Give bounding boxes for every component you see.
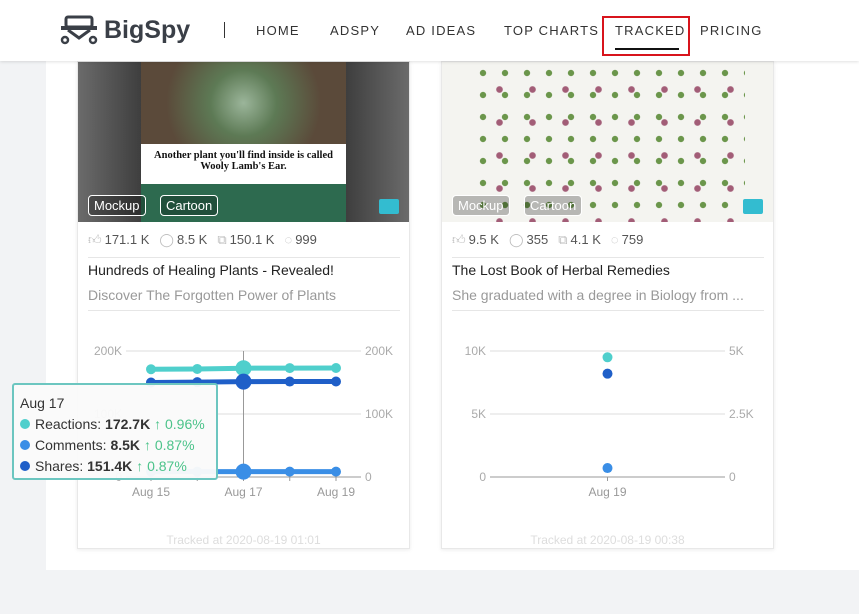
y-tick-left: 0 (479, 470, 486, 484)
data-point-comments (284, 466, 295, 477)
nav-home[interactable]: HOME (256, 23, 300, 38)
tooltip-row-reactions: Reactions: 172.7K ↑ 0.96% (20, 414, 210, 435)
y-tick-right: 0 (365, 470, 372, 484)
data-point-reactions (192, 363, 203, 374)
data-point-shares (235, 373, 252, 390)
divider (224, 22, 225, 38)
data-point-comments (235, 463, 252, 480)
nav-adspy[interactable]: ADSPY (330, 23, 380, 38)
chart-tooltip: Aug 17 Reactions: 172.7K ↑ 0.96% Comment… (12, 383, 218, 480)
y-tick-left: 200K (94, 344, 122, 358)
x-tick-label: Aug 19 (317, 485, 355, 499)
nav-pricing[interactable]: PRICING (700, 23, 763, 38)
y-tick-left: 10K (465, 344, 486, 358)
data-point-reactions (284, 363, 295, 374)
logo-text: BigSpy (104, 15, 191, 44)
data-point-comments (602, 463, 613, 474)
header: BigSpy HOME ADSPY AD IDEAS TOP CHARTS TR… (0, 0, 859, 61)
ad-card[interactable]: Mockup Cartoon 👍︎ 9.5 K ◯ 355 ⧉ 4.1 K ◌ 759 … (441, 61, 774, 549)
trend-chart[interactable]: 0 0 5K 2.5K 10K 5K Aug 19 (442, 62, 775, 550)
tooltip-row-comments: Comments: 8.5K ↑ 0.87% (20, 435, 210, 456)
tracked-at: Tracked at 2020-08-19 01:01 (166, 533, 321, 547)
tracked-at: Tracked at 2020-08-19 00:38 (530, 533, 685, 547)
tooltip-row-shares: Shares: 151.4K ↑ 0.87% (20, 456, 210, 477)
y-tick-right: 100K (365, 407, 393, 421)
data-point-shares (602, 368, 613, 379)
data-point-reactions (331, 363, 341, 374)
data-point-shares (331, 376, 341, 387)
y-tick-right: 0 (729, 470, 736, 484)
x-tick-label: Aug 17 (224, 485, 262, 499)
data-point-reactions (602, 352, 613, 363)
spy-logo-icon (60, 15, 98, 45)
data-point-shares (284, 376, 295, 387)
nav-top-charts[interactable]: TOP CHARTS (504, 23, 599, 38)
data-point-reactions (146, 364, 156, 375)
highlight-box (602, 16, 690, 56)
x-tick-label: Aug 15 (132, 485, 170, 499)
active-underline (615, 48, 679, 50)
y-tick-right: 5K (729, 344, 744, 358)
y-tick-right: 2.5K (729, 407, 754, 421)
data-point-comments (331, 466, 341, 477)
nav-ad-ideas[interactable]: AD IDEAS (406, 23, 476, 38)
x-tick-label: Aug 19 (588, 485, 626, 499)
y-tick-left: 5K (471, 407, 486, 421)
logo[interactable]: BigSpy (60, 15, 190, 45)
y-tick-right: 200K (365, 344, 393, 358)
tooltip-date: Aug 17 (20, 395, 65, 411)
